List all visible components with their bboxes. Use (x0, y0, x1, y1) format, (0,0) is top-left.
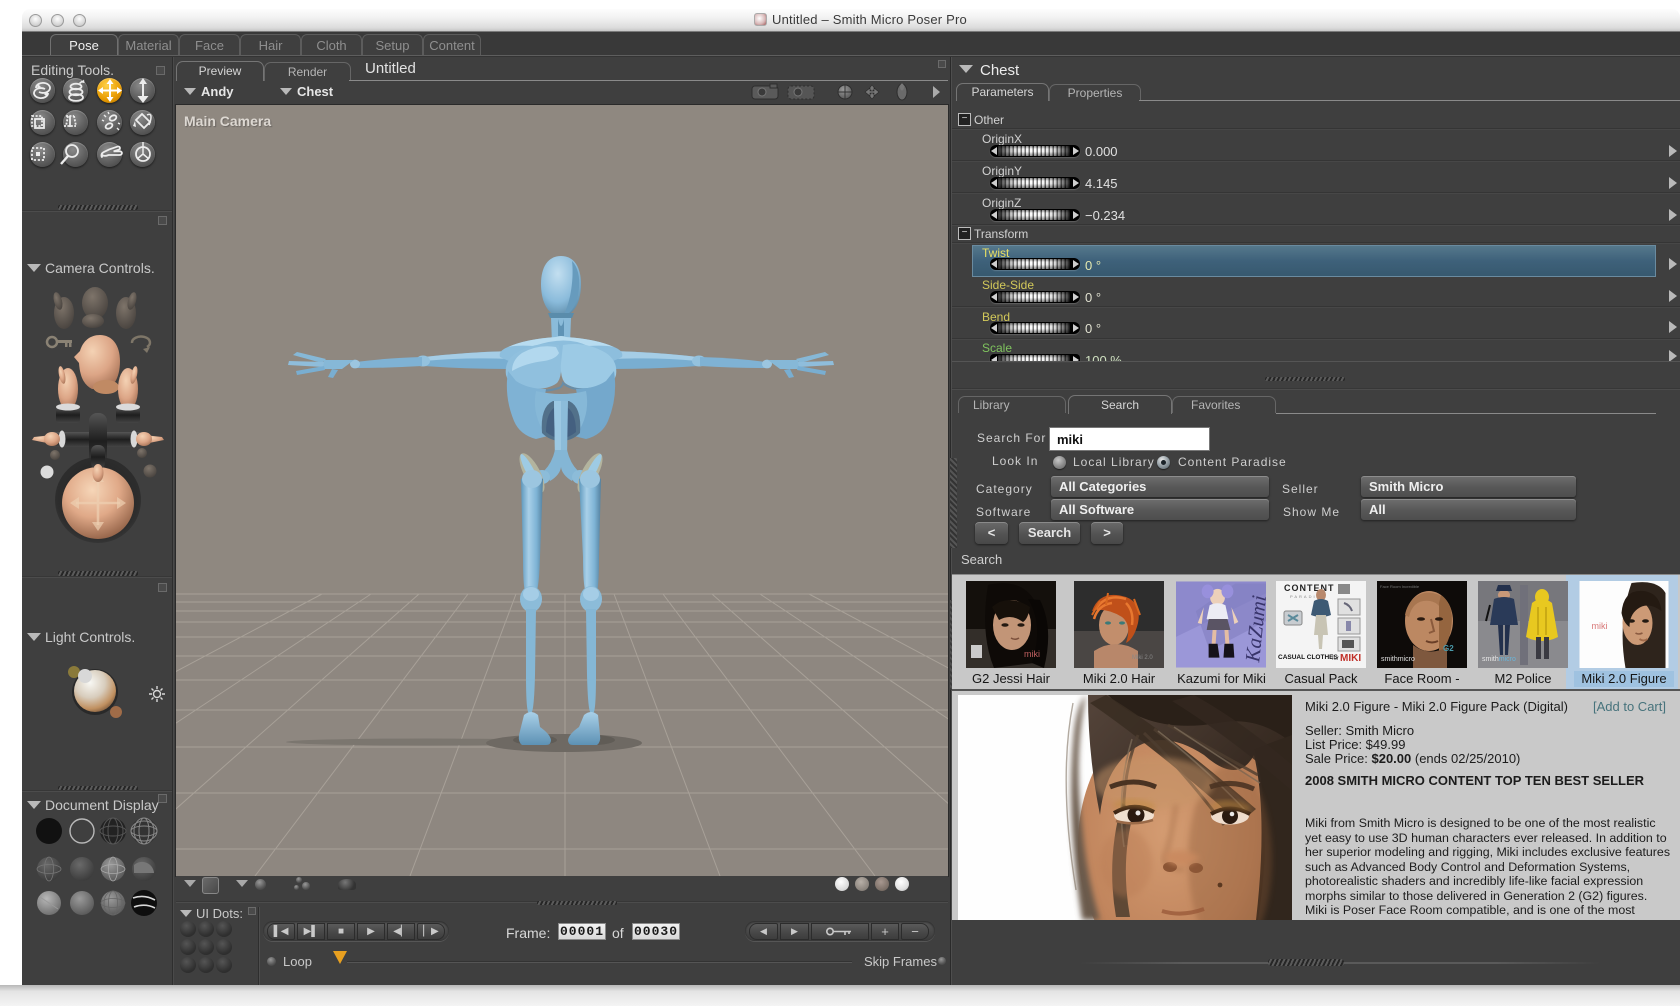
svg-text:MIKI: MIKI (1340, 653, 1361, 664)
svg-text:for: for (1332, 656, 1339, 662)
svg-text:Miki 2.0: Miki 2.0 (1132, 655, 1153, 661)
svg-text:G2: G2 (1443, 644, 1454, 653)
svg-text:smithmicro: smithmicro (1381, 656, 1415, 663)
svg-text:Face Room Incredible: Face Room Incredible (1380, 584, 1420, 589)
svg-text:CASUAL CLOTHES: CASUAL CLOTHES (1278, 654, 1338, 661)
svg-text:miki: miki (1592, 621, 1608, 631)
svg-text:CONTENT: CONTENT (1284, 583, 1335, 593)
svg-text:miki: miki (1024, 649, 1040, 659)
svg-text:smithmicro: smithmicro (1482, 656, 1516, 663)
